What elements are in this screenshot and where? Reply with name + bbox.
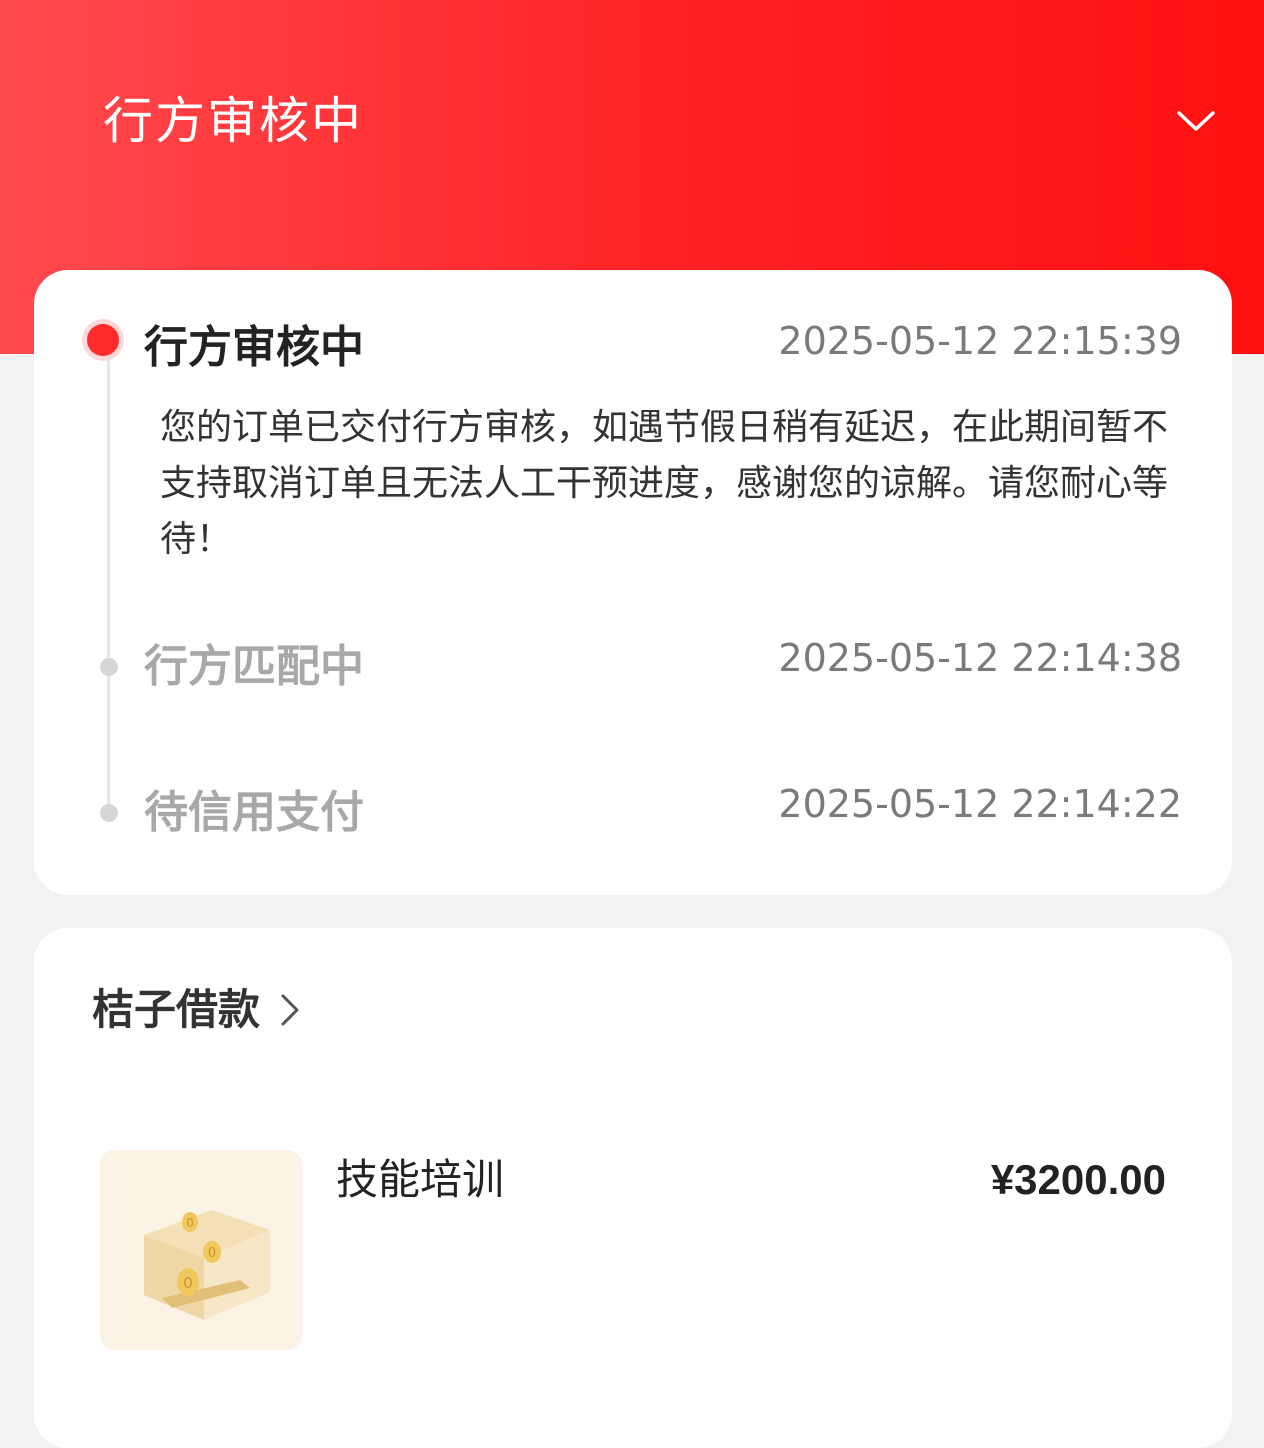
timeline-dot-matching <box>100 658 118 676</box>
timeline-dot-pending-payment <box>100 804 118 822</box>
timeline-dot-active <box>87 324 119 356</box>
svg-text:0: 0 <box>183 1274 193 1292</box>
step-time-matching: 2025-05-12 22:14:38 <box>778 636 1182 680</box>
order-card: 桔子借款 0 0 0 技能培训 ¥3200.00 <box>34 928 1232 1448</box>
header-title: 行方审核中 <box>103 92 363 150</box>
step-title-pending-payment: 待信用支付 <box>144 787 364 838</box>
product-thumbnail: 0 0 0 <box>100 1150 302 1350</box>
chevron-down-icon[interactable] <box>1176 104 1216 136</box>
coin-box-icon: 0 0 0 <box>144 1210 270 1320</box>
step-time-pending-payment: 2025-05-12 22:14:22 <box>778 782 1182 826</box>
step-time-reviewing: 2025-05-12 22:15:39 <box>778 319 1182 363</box>
step-description: 您的订单已交付行方审核，如遇节假日稍有延迟，在此期间暂不支持取消订单且无法人工干… <box>160 407 1169 560</box>
timeline-line <box>107 345 110 815</box>
product-name: 技能培训 <box>336 1155 505 1204</box>
step-title-reviewing: 行方审核中 <box>144 322 364 373</box>
svg-text:0: 0 <box>208 1246 216 1261</box>
status-timeline-card: 行方审核中 2025-05-12 22:15:39 您的订单已交付行方审核，如遇… <box>34 270 1232 895</box>
merchant-name: 桔子借款 <box>92 985 261 1034</box>
svg-text:0: 0 <box>186 1216 194 1230</box>
product-price: ¥3200.00 <box>990 1156 1166 1203</box>
step-title-matching: 行方匹配中 <box>144 641 364 692</box>
merchant-link[interactable]: 桔子借款 <box>92 980 302 1040</box>
chevron-right-icon <box>281 994 299 1026</box>
